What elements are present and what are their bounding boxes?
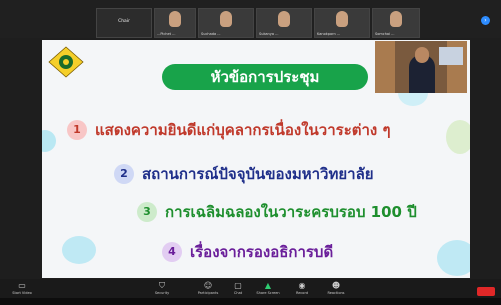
end-meeting-button[interactable]: [477, 287, 495, 296]
camera-icon: ▭: [18, 281, 26, 290]
security-label: Security: [154, 291, 170, 295]
agenda-text: เรื่องจากรองอธิการบดี: [190, 243, 334, 261]
speaker-head: [415, 47, 429, 63]
participant-name: Chair: [118, 19, 130, 24]
speaker-video[interactable]: [375, 41, 467, 93]
shield-icon: ⛉: [159, 281, 165, 290]
participants-label: Participants: [197, 291, 219, 295]
curtain: [375, 41, 395, 93]
participant-label: Suchada ...: [201, 32, 221, 36]
background-screen: [439, 47, 463, 65]
next-page-icon[interactable]: ›: [481, 16, 490, 25]
decor-blob: [446, 120, 470, 154]
participant-tile[interactable]: Kanokporn ...: [314, 8, 370, 38]
university-logo: [48, 46, 84, 78]
agenda-item: 3 การเฉลิมฉลองในวาระครบรอบ 100 ปี: [137, 200, 417, 224]
participant-video: [390, 11, 402, 27]
decor-blob: [42, 130, 56, 152]
agenda-text: แสดงความยินดีแก่บุคลากรเนื่องในวาระต่าง …: [95, 121, 391, 139]
agenda-text: สถานการณ์ปัจจุบันของมหาวิทยาลัย: [142, 165, 374, 183]
agenda-number: 2: [114, 164, 134, 184]
record-icon: ◉: [298, 281, 306, 290]
participant-tile[interactable]: Suchada ...: [198, 8, 254, 38]
agenda-item: 2 สถานการณ์ปัจจุบันของมหาวิทยาลัย: [114, 162, 374, 186]
agenda-item: 4 เรื่องจากรองอธิการบดี: [162, 240, 333, 264]
participant-label: Kanokporn ...: [317, 32, 341, 36]
participant-strip: Chair ...Pichet ... Suchada ... Sukanya …: [0, 0, 501, 38]
chat-icon: ▢: [234, 281, 242, 290]
video-label: Start Video: [12, 291, 32, 295]
decor-blob: [62, 236, 96, 264]
share-screen-icon: ▲: [264, 281, 272, 290]
participant-video: [278, 11, 290, 27]
participant-tile[interactable]: ...Pichet ...: [154, 8, 196, 38]
chat-label: Chat: [233, 291, 243, 295]
slide-title: หัวข้อการประชุม: [162, 64, 368, 90]
reactions-label: Reactions: [327, 291, 345, 295]
participant-tile[interactable]: Sukanya ...: [256, 8, 312, 38]
decor-blob: [437, 240, 470, 276]
windows-taskbar: [0, 298, 501, 305]
reactions-icon: ☻: [331, 281, 341, 290]
participants-icon: ☺: [203, 281, 213, 290]
agenda-text: การเฉลิมฉลองในวาระครบรอบ 100 ปี: [165, 203, 417, 221]
participant-video: [169, 11, 181, 27]
record-label: Record: [295, 291, 309, 295]
participant-label: ...Pichet ...: [157, 32, 176, 36]
participant-video: [336, 11, 348, 27]
participant-tile[interactable]: Chair: [96, 8, 152, 38]
share-screen-label: Share Screen: [256, 291, 280, 295]
agenda-number: 1: [67, 120, 87, 140]
agenda-item: 1 แสดงความยินดีแก่บุคลากรเนื่องในวาระต่าง…: [67, 118, 391, 142]
agenda-number: 3: [137, 202, 157, 222]
participant-tile[interactable]: Somchai ...: [372, 8, 420, 38]
participant-label: Somchai ...: [375, 32, 395, 36]
agenda-number: 4: [162, 242, 182, 262]
participant-video: [220, 11, 232, 27]
participant-label: Sukanya ...: [259, 32, 279, 36]
